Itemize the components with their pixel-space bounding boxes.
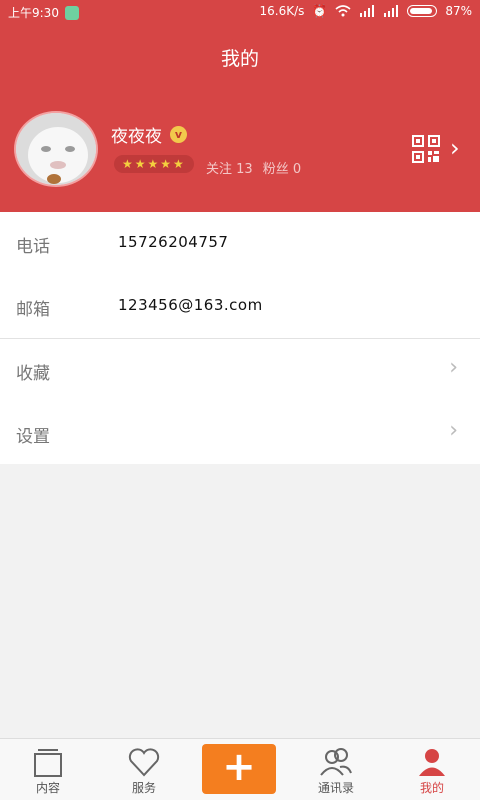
phone-row: 电话 15726204757 (0, 212, 480, 275)
avatar-image (16, 113, 96, 185)
menu-item-settings[interactable]: 设置 › (0, 402, 480, 465)
avatar[interactable] (14, 111, 98, 187)
status-bar: 上午9:30 16.6K/s ⏰ 87% (0, 0, 480, 24)
status-time: 上午9:30 (8, 6, 59, 20)
chevron-right-icon: › (449, 355, 458, 380)
fans-stat[interactable]: 粉丝 0 (263, 158, 301, 177)
tab-content[interactable]: 内容 (0, 739, 96, 800)
tab-label: 通讯录 (317, 781, 354, 795)
qr-code-icon[interactable] (412, 135, 440, 163)
tab-me[interactable]: 我的 (384, 739, 480, 800)
menu-card: 收藏 › 设置 › (0, 339, 480, 465)
user-nickname-row: 夜夜夜 v (111, 122, 187, 147)
wifi-icon (335, 5, 351, 17)
add-icon: + (222, 744, 256, 790)
battery-percent: 87% (445, 4, 472, 18)
battery-icon (407, 5, 438, 17)
menu-item-label: 设置 (16, 427, 50, 447)
email-label: 邮箱 (16, 300, 50, 320)
profile-chevron-icon[interactable]: › (450, 134, 460, 162)
alarm-icon: ⏰ (312, 4, 328, 18)
content-icon (34, 749, 62, 777)
tab-label: 内容 (35, 781, 60, 795)
phone-label: 电话 (16, 237, 50, 257)
menu-item-label: 收藏 (16, 364, 50, 384)
contact-info-card: 电话 15726204757 邮箱 123456@163.com (0, 212, 480, 338)
signal-icon (384, 5, 399, 17)
follow-count: 13 (236, 162, 253, 177)
menu-item-favorites[interactable]: 收藏 › (0, 339, 480, 402)
person-icon (419, 749, 445, 776)
fans-count: 0 (292, 162, 302, 177)
page-title: 我的 (220, 48, 259, 70)
tab-contacts[interactable]: 通讯录 (288, 739, 384, 800)
network-speed: 16.6K/s (259, 4, 305, 18)
vip-badge-icon: v (170, 126, 187, 143)
empty-area (0, 464, 480, 738)
phone-value: 15726204757 (118, 233, 229, 251)
follow-stat[interactable]: 关注 13 (206, 158, 253, 177)
bottom-tab-bar: 内容 服务 + 通讯录 我的 (0, 738, 480, 800)
email-row: 邮箱 123456@163.com (0, 275, 480, 338)
profile-header: 上午9:30 16.6K/s ⏰ 87% 我的 夜夜夜 v ★★★★★ 关注 1… (0, 0, 480, 212)
add-button[interactable]: + (202, 744, 276, 794)
nickname: 夜夜夜 (111, 127, 162, 147)
tab-label: 我的 (419, 781, 444, 795)
tab-services[interactable]: 服务 (96, 739, 192, 800)
contacts-icon (320, 748, 352, 776)
fans-label: 粉丝 (262, 162, 289, 177)
app-notification-icon (64, 5, 79, 20)
follow-label: 关注 (206, 162, 233, 177)
signal-icon (360, 5, 375, 17)
tab-label: 服务 (131, 781, 156, 795)
heart-icon (128, 748, 160, 777)
email-value: 123456@163.com (118, 296, 263, 314)
rating-stars: ★★★★★ (114, 155, 194, 173)
follow-stats: 关注 13 粉丝 0 (206, 158, 301, 177)
chevron-right-icon: › (449, 418, 458, 443)
